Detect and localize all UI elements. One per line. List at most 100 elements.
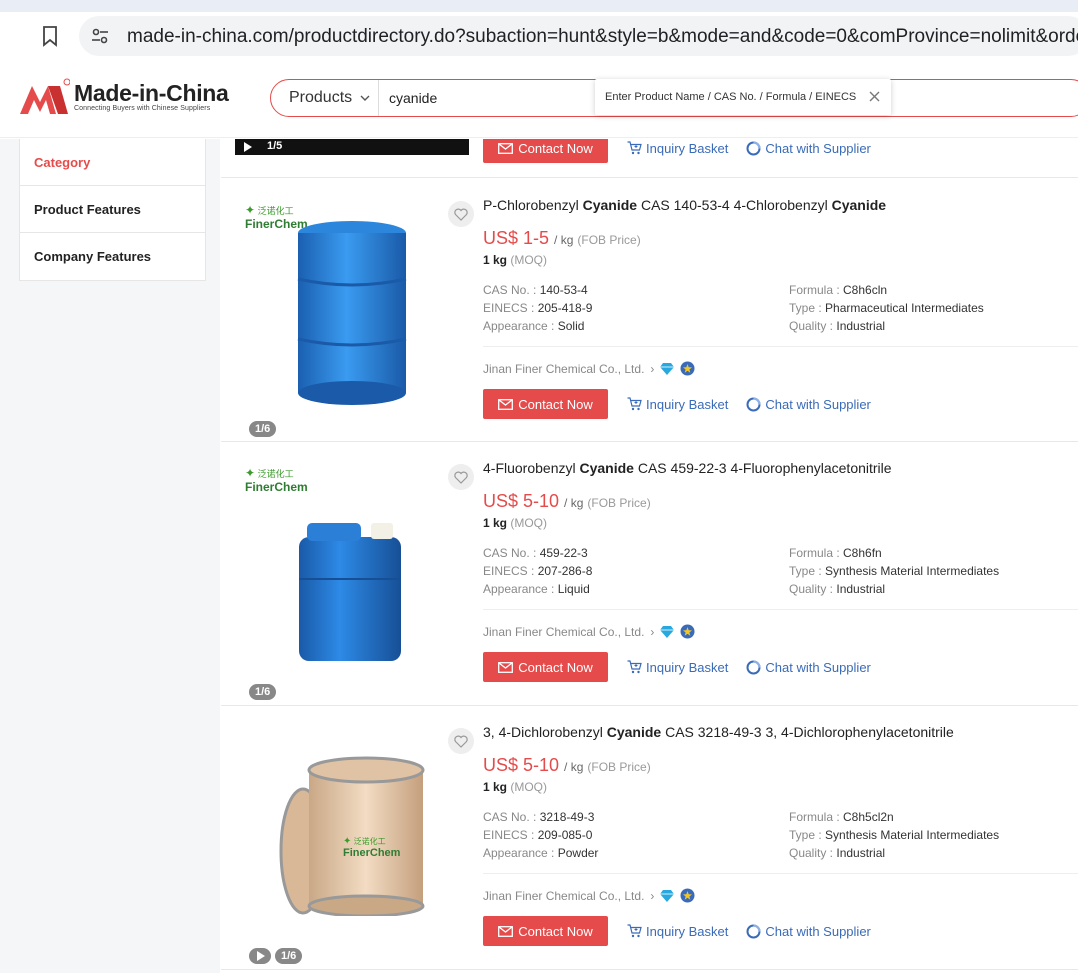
type-value: Synthesis Material Intermediates (825, 828, 1000, 842)
site-settings-icon[interactable] (91, 27, 109, 45)
fob-label: (FOB Price) (587, 496, 651, 510)
inquiry-basket-link[interactable]: Inquiry Basket (627, 141, 728, 156)
site-logo[interactable]: Made-in-China Connecting Buyers with Chi… (18, 78, 229, 116)
image-counter: 1/6 (249, 684, 277, 700)
cas-value: 140-53-4 (539, 283, 588, 297)
divider (483, 609, 1078, 610)
cas-value: 459-22-3 (539, 546, 588, 560)
product-image[interactable]: ✦ 泛诺化工 FinerChem 1/6 (235, 728, 474, 964)
search-input[interactable] (379, 83, 579, 113)
audited-supplier-icon (680, 888, 695, 903)
supplier-link[interactable]: Jinan Finer Chemical Co., Ltd. › (483, 624, 1078, 639)
product-price: US$ 5-10 (483, 755, 560, 775)
brand-logo: ✦ 泛诺化工 FinerChem (245, 466, 308, 494)
formula-value: C8h5cl2n (843, 810, 894, 824)
contact-now-label: Contact Now (518, 396, 593, 412)
mail-icon (498, 661, 514, 673)
play-icon[interactable] (243, 142, 252, 152)
supplier-link[interactable]: Jinan Finer Chemical Co., Ltd. › (483, 888, 1078, 903)
supplier-name: Jinan Finer Chemical Co., Ltd. (483, 624, 645, 639)
product-title[interactable]: 3, 4-Dichlorobenzyl Cyanide CAS 3218-49-… (483, 723, 1078, 741)
type-value: Pharmaceutical Intermediates (825, 301, 984, 315)
einecs-value: 205-418-9 (537, 301, 593, 315)
chat-with-supplier-label: Chat with Supplier (765, 659, 871, 675)
price-unit: / kg (564, 760, 584, 774)
product-properties: CAS No. : 459-22-3 Formula : C8h6fn EINE… (483, 546, 1000, 596)
product-image[interactable]: ✦ 泛诺化工 FinerChem 1/6 (235, 201, 474, 437)
einecs-value: 209-085-0 (537, 828, 593, 842)
bookmark-icon[interactable] (41, 25, 59, 47)
supplier-link[interactable]: Jinan Finer Chemical Co., Ltd. › (483, 361, 1078, 376)
contact-now-button[interactable]: Contact Now (483, 139, 608, 163)
sidebar-item-product-features[interactable]: Product Features (20, 186, 205, 233)
product-image[interactable]: ✦ 泛诺化工 FinerChem 1/6 (235, 464, 474, 700)
chat-with-supplier-link[interactable]: Chat with Supplier (746, 924, 871, 939)
diamond-member-icon (660, 889, 675, 902)
inquiry-basket-label: Inquiry Basket (646, 140, 729, 156)
play-icon (257, 951, 265, 961)
chat-with-supplier-label: Chat with Supplier (765, 923, 871, 939)
search-category-label: Products (289, 89, 353, 106)
product-card: ✦ 泛诺化工 FinerChem 1/6 P-Chlorobenzyl Cyan… (221, 179, 1078, 442)
image-counter: 1/6 (249, 421, 277, 437)
product-card: ✦ 泛诺化工 FinerChem 1/6 4-Fluorobenzyl Cyan… (221, 442, 1078, 706)
chat-with-supplier-link[interactable]: Chat with Supplier (746, 397, 871, 412)
fob-label: (FOB Price) (577, 233, 641, 247)
sidebar-item-category[interactable]: Category (20, 139, 205, 186)
diamond-member-icon (660, 362, 675, 375)
cart-icon (627, 660, 642, 674)
product-properties: CAS No. : 140-53-4 Formula : C8h6cln EIN… (483, 283, 984, 333)
inquiry-basket-link[interactable]: Inquiry Basket (627, 924, 728, 939)
address-bar[interactable]: made-in-china.com/productdirectory.do?su… (79, 16, 1078, 56)
appearance-value: Powder (557, 846, 599, 860)
product-title[interactable]: 4-Fluorobenzyl Cyanide CAS 459-22-3 4-Fl… (483, 459, 1078, 477)
supplier-name: Jinan Finer Chemical Co., Ltd. (483, 361, 645, 376)
cart-icon (627, 397, 642, 411)
chat-with-supplier-label: Chat with Supplier (765, 140, 871, 156)
url-text[interactable]: made-in-china.com/productdirectory.do?su… (127, 26, 1078, 48)
inquiry-basket-label: Inquiry Basket (646, 923, 729, 939)
quality-value: Industrial (836, 846, 886, 860)
video-badge[interactable] (249, 948, 271, 964)
product-list: 1/5 Contact Now Inquiry Basket Chat with… (221, 139, 1078, 973)
chat-icon (746, 660, 761, 674)
product-card: ✦ 泛诺化工 FinerChem 1/6 3, 4-Dichlorobenzyl… (221, 706, 1078, 970)
search-hint-tooltip: Enter Product Name / CAS No. / Formula /… (595, 79, 891, 115)
search-category-select[interactable]: Products (271, 80, 379, 116)
chat-with-supplier-link[interactable]: Chat with Supplier (746, 141, 871, 156)
fob-label: (FOB Price) (587, 760, 651, 774)
contact-now-button[interactable]: Contact Now (483, 389, 608, 419)
contact-now-label: Contact Now (518, 923, 593, 939)
price-row: US$ 5-10 / kg (FOB Price) (483, 755, 1078, 776)
list-item: 1/5 Contact Now Inquiry Basket Chat with… (221, 139, 1078, 178)
favorite-button[interactable] (448, 464, 474, 490)
product-image[interactable]: 1/5 (235, 139, 469, 155)
inquiry-basket-link[interactable]: Inquiry Basket (627, 397, 728, 412)
contact-now-button[interactable]: Contact Now (483, 916, 608, 946)
audited-supplier-icon (680, 361, 695, 376)
chat-icon (746, 924, 761, 938)
image-counter: 1/6 (275, 948, 303, 964)
favorite-button[interactable] (448, 728, 474, 754)
inquiry-basket-label: Inquiry Basket (646, 396, 729, 412)
blue-drum-image (297, 221, 407, 405)
blue-jerrycan-image (299, 523, 401, 661)
search-hint-text: Enter Product Name / CAS No. / Formula /… (605, 91, 857, 103)
cas-value: 3218-49-3 (539, 810, 595, 824)
inquiry-basket-link[interactable]: Inquiry Basket (627, 660, 728, 675)
price-unit: / kg (564, 496, 584, 510)
heart-icon (454, 208, 468, 221)
contact-now-button[interactable]: Contact Now (483, 652, 608, 682)
favorite-button[interactable] (448, 201, 474, 227)
diamond-member-icon (660, 625, 675, 638)
product-properties: CAS No. : 3218-49-3 Formula : C8h5cl2n E… (483, 810, 1000, 860)
mail-icon (498, 925, 514, 937)
close-icon[interactable] (868, 90, 881, 103)
chat-icon (746, 397, 761, 411)
sidebar-item-company-features[interactable]: Company Features (20, 233, 205, 280)
chat-with-supplier-link[interactable]: Chat with Supplier (746, 660, 871, 675)
product-info: 3, 4-Dichlorobenzyl Cyanide CAS 3218-49-… (483, 723, 1078, 946)
product-title[interactable]: P-Chlorobenzyl Cyanide CAS 140-53-4 4-Ch… (483, 196, 1078, 214)
divider (483, 346, 1078, 347)
site-header: Made-in-China Connecting Buyers with Chi… (0, 60, 1078, 138)
